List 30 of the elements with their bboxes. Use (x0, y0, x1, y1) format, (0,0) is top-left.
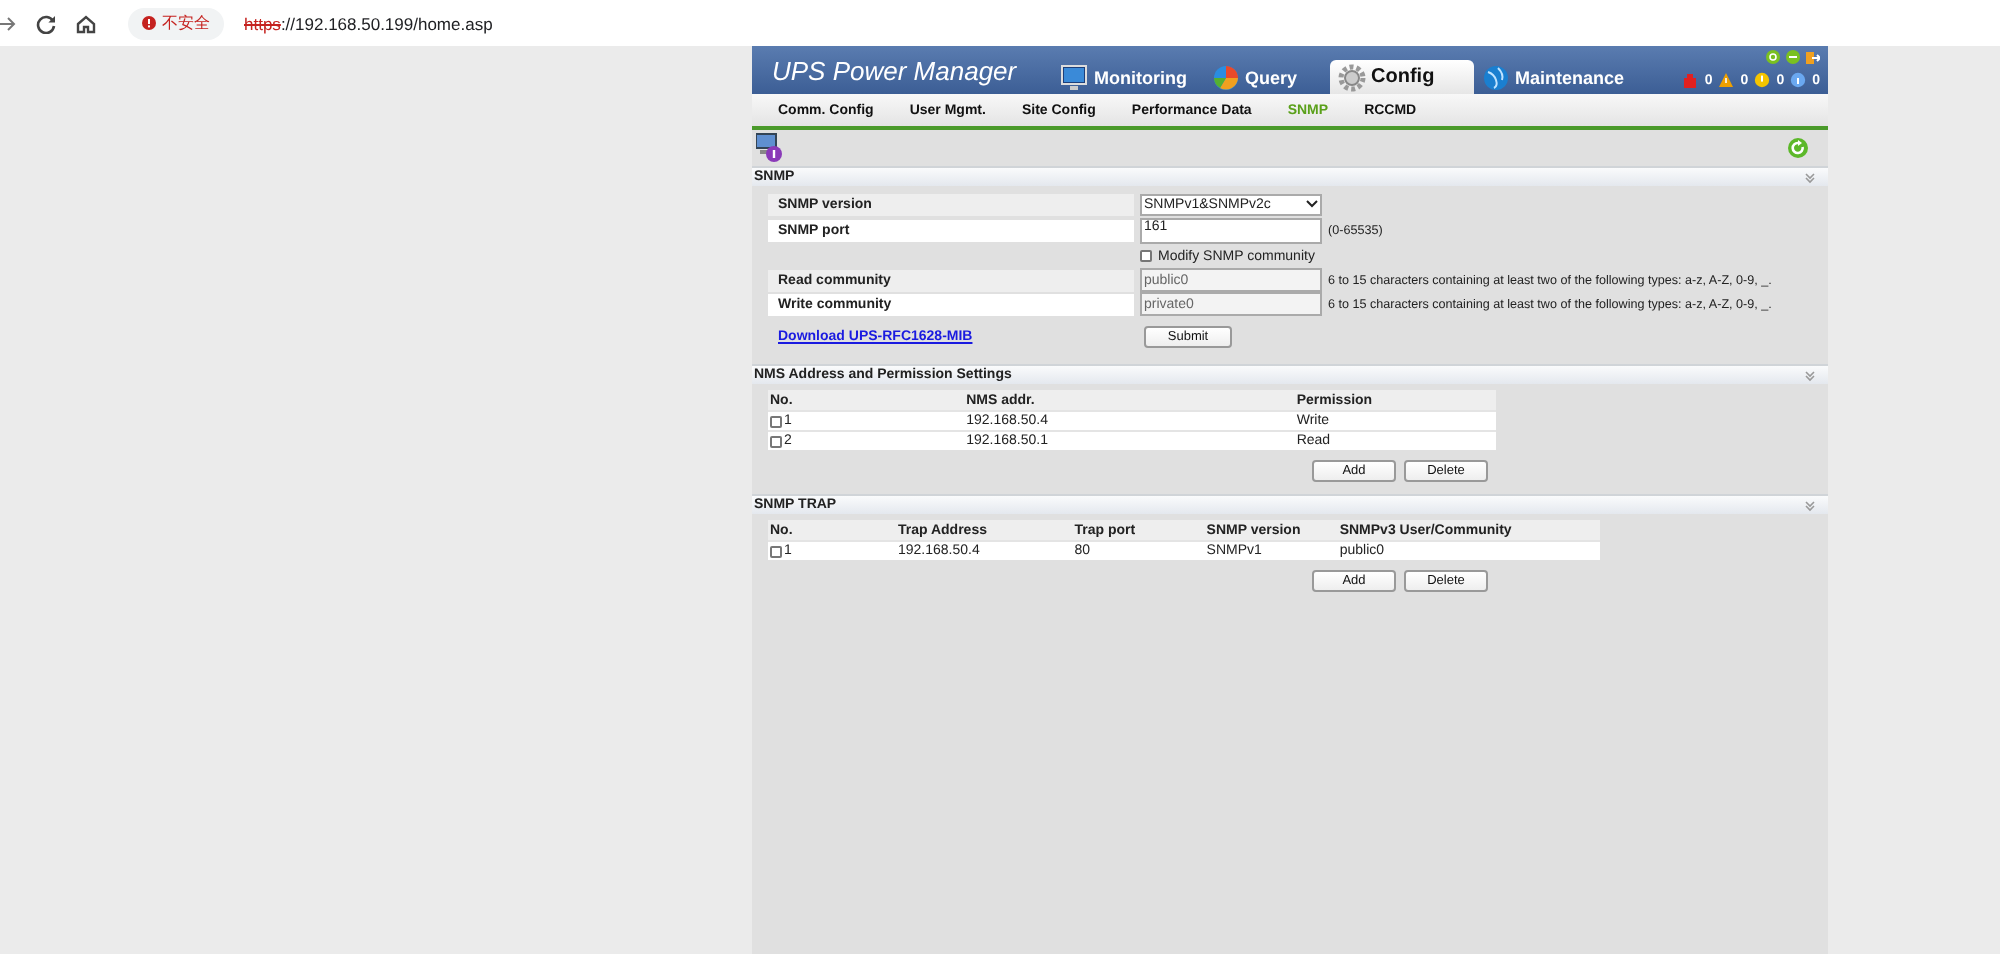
address-bar[interactable]: https://192.168.50.199/home.asp (244, 13, 493, 33)
collapse-icon[interactable] (1804, 499, 1816, 511)
exit-icon[interactable] (1806, 50, 1820, 64)
warning-alarm-icon (1718, 72, 1735, 88)
app-title: UPS Power Manager (772, 55, 1019, 85)
info-alarm-icon (1790, 72, 1807, 88)
warning-icon (142, 16, 156, 30)
nav-tab[interactable]: Monitoring (1052, 60, 1203, 94)
pie-icon (1211, 63, 1239, 91)
row-checkbox[interactable] (770, 545, 782, 557)
forward-icon[interactable] (0, 13, 16, 33)
gear-icon (1337, 63, 1366, 91)
caution-alarm-icon (1754, 72, 1771, 88)
nav-tab[interactable]: Config (1329, 60, 1474, 94)
security-chip[interactable]: 不安全 (128, 7, 224, 39)
computer-icon (756, 132, 784, 164)
nav-tab[interactable]: Maintenance (1473, 60, 1641, 94)
critical-alarm-icon (1682, 72, 1699, 88)
caret-icon (1306, 200, 1318, 208)
home-icon[interactable] (76, 13, 96, 33)
globe-icon (1481, 63, 1510, 91)
reload-icon[interactable] (36, 13, 56, 33)
checkbox[interactable] (1140, 250, 1152, 262)
collapse-icon[interactable] (1804, 369, 1816, 381)
refresh-icon[interactable] (1788, 138, 1808, 158)
collapse-icon[interactable] (1804, 171, 1816, 183)
row-checkbox[interactable] (770, 435, 782, 447)
row-checkbox[interactable] (770, 415, 782, 427)
monitor-icon (1060, 63, 1088, 91)
nav-tab[interactable]: Query (1203, 60, 1314, 94)
